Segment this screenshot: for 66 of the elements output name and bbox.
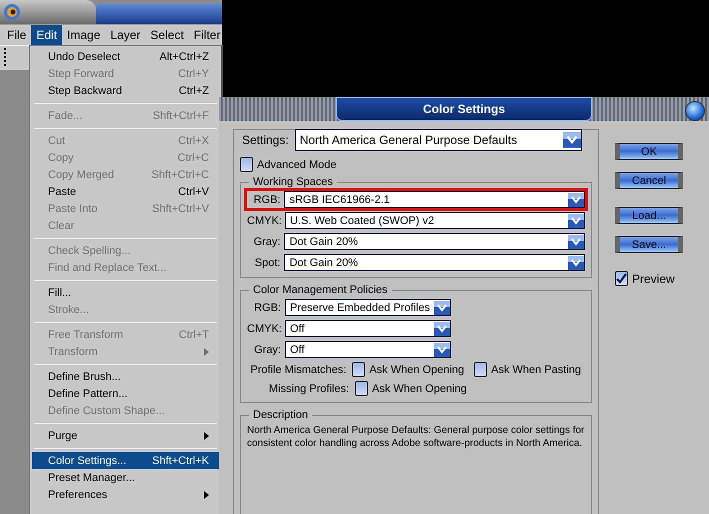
submenu-arrow-icon xyxy=(204,490,209,498)
submenu-arrow-icon xyxy=(204,432,209,440)
dropdown-arrow-icon[interactable] xyxy=(434,322,450,336)
group-title: Color Management Policies xyxy=(249,284,392,296)
field-label: Spot: xyxy=(254,256,280,268)
profile-dropdown[interactable]: sRGB IEC61966-2.1 xyxy=(284,191,585,208)
menu-title[interactable]: Select xyxy=(145,25,189,45)
menu-item[interactable]: Preferences xyxy=(32,486,219,503)
toolbar-grip-icon xyxy=(4,48,7,68)
close-button[interactable] xyxy=(685,101,705,121)
profile-dropdown[interactable]: U.S. Web Coated (SWOP) v2 xyxy=(285,212,585,229)
menu-item[interactable]: Paste Ctrl+V xyxy=(32,183,219,200)
description-text: North America General Purpose Defaults: General purpose color settings for consistent color handling across Adobe software-products in North America. xyxy=(247,424,585,451)
menu-title[interactable]: Image xyxy=(62,25,106,45)
dropdown-arrow-icon[interactable] xyxy=(568,192,584,206)
group-title: Working Spaces xyxy=(249,176,337,188)
checkbox[interactable] xyxy=(240,157,253,172)
dropdown-arrow-icon[interactable] xyxy=(568,256,584,270)
field-label: CMYK: xyxy=(247,322,281,334)
menu-item[interactable]: Undo Deselect Alt+Ctrl+Z xyxy=(32,48,219,65)
policy-dropdown[interactable]: Off xyxy=(285,341,451,358)
profile-dropdown[interactable]: Dot Gain 20% xyxy=(284,254,585,271)
field-label: CMYK: xyxy=(247,214,281,226)
menu-item[interactable]: Define Pattern... xyxy=(32,385,219,402)
profile-dropdown[interactable]: Dot Gain 20% xyxy=(284,233,585,250)
checkbox[interactable] xyxy=(355,381,368,396)
dropdown-arrow-icon[interactable] xyxy=(568,234,584,248)
checkbox-label: Ask When Pasting xyxy=(491,364,581,376)
menu-title[interactable]: Filter xyxy=(188,25,226,45)
checkbox-label: Preview xyxy=(632,272,675,286)
dialog-title: Color Settings xyxy=(336,97,592,121)
menu-item[interactable]: Fill... xyxy=(32,284,219,301)
checkbox-label: Ask When Opening xyxy=(372,382,467,394)
checkbox-label: Ask When Opening xyxy=(369,364,464,376)
menu-item[interactable]: Define Brush... xyxy=(32,368,219,385)
menu-title[interactable]: Layer xyxy=(105,25,146,45)
settings-dropdown[interactable]: North America General Purpose Defaults xyxy=(294,129,582,151)
checkbox-label: Advanced Mode xyxy=(257,158,336,170)
checkbox[interactable] xyxy=(615,271,628,286)
field-label: Settings: xyxy=(240,133,291,147)
submenu-arrow-icon xyxy=(204,348,209,356)
field-label: Gray: xyxy=(252,236,280,248)
field-label: Missing Profiles: xyxy=(268,382,349,394)
group-title: Description xyxy=(249,409,312,421)
field-label: Profile Mismatches: xyxy=(249,364,346,376)
checkbox[interactable] xyxy=(474,362,488,377)
menu-item[interactable]: Step Backward Ctrl+Z xyxy=(32,82,219,99)
checkbox[interactable] xyxy=(352,362,366,377)
app-logo-icon xyxy=(3,3,21,21)
field-label: RGB: xyxy=(253,302,281,314)
policy-dropdown[interactable]: Preserve Embedded Profiles xyxy=(285,299,451,316)
dialog-button[interactable]: OK xyxy=(615,143,683,160)
menu-item[interactable]: Preset Manager... xyxy=(32,469,219,486)
menu-item[interactable]: Color Settings... Shft+Ctrl+K xyxy=(32,452,219,469)
menu-item[interactable]: Purge xyxy=(32,427,219,444)
dropdown-arrow-icon[interactable] xyxy=(434,300,450,314)
dialog-button[interactable]: Cancel xyxy=(615,172,683,189)
field-label: Gray: xyxy=(253,344,281,356)
menu-title[interactable]: File xyxy=(2,25,32,45)
dropdown-arrow-icon[interactable] xyxy=(568,214,584,228)
policy-dropdown[interactable]: Off xyxy=(285,320,451,337)
field-label: RGB: xyxy=(252,194,280,206)
dialog-button[interactable]: Save... xyxy=(615,236,683,253)
dropdown-arrow-icon[interactable] xyxy=(434,342,450,356)
dialog-button[interactable]: Load... xyxy=(615,207,683,224)
menu-title[interactable]: Edit xyxy=(31,25,62,45)
